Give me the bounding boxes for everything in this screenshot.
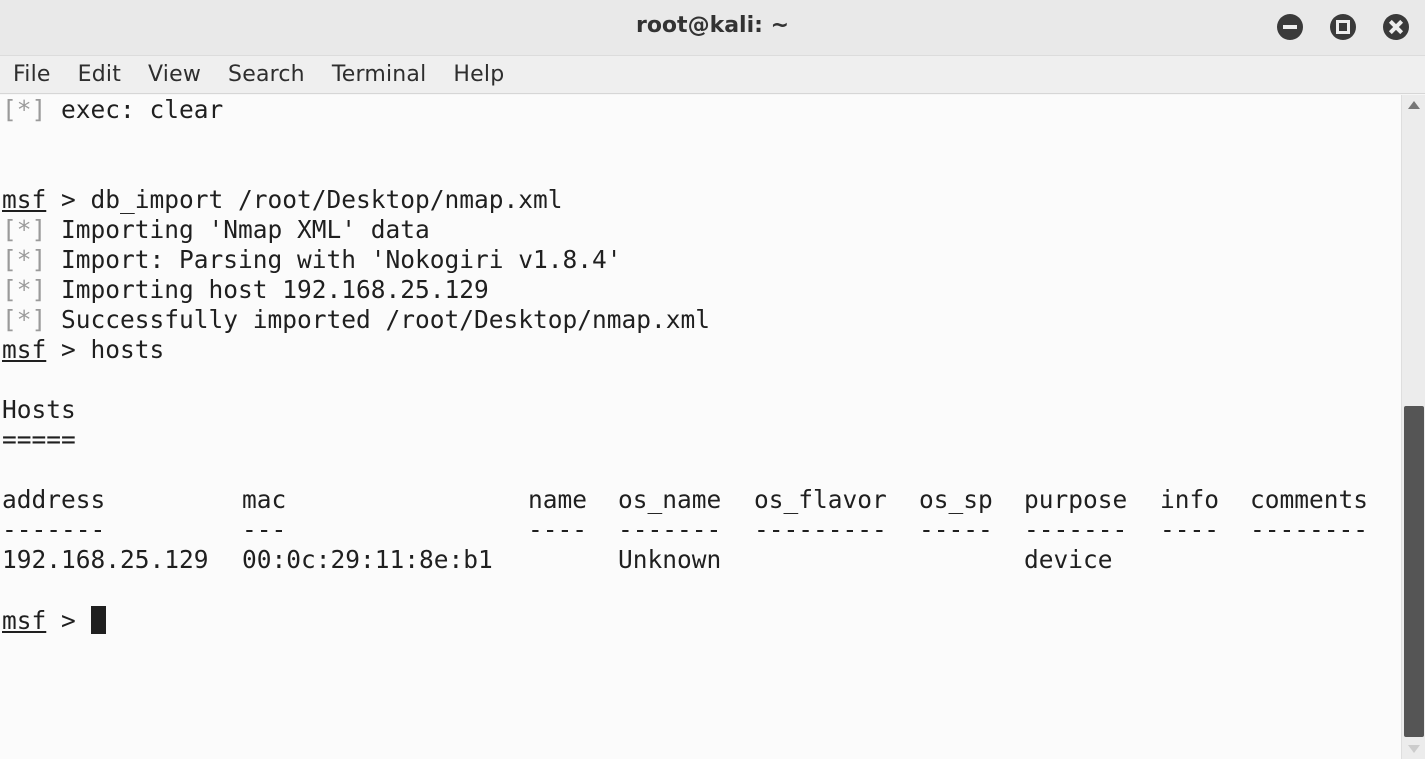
header-name: name [528, 485, 588, 514]
terminal-output[interactable]: [*] exec: clear msf > db_import /root/De… [0, 95, 1401, 759]
status-tag: [*] [2, 245, 47, 274]
cell-os-name: Unknown [618, 545, 722, 574]
status-tag: [*] [2, 215, 47, 244]
separator-os-flavor: --------- [754, 515, 887, 544]
header-os-name: os_name [618, 485, 722, 514]
header-mac: mac [242, 485, 287, 514]
output-line: [*] exec: clear [2, 95, 223, 125]
scroll-up-icon[interactable] [1408, 101, 1420, 109]
minimize-icon[interactable] [1277, 14, 1303, 40]
output-line: [*] Importing host 192.168.25.129 [2, 275, 489, 305]
hosts-title-underline: ===== [2, 425, 76, 454]
input-prompt-line[interactable]: msf > [2, 606, 106, 636]
menu-edit[interactable]: Edit [78, 62, 121, 87]
msf-prompt: msf [2, 606, 47, 635]
msf-prompt: msf [2, 335, 47, 364]
maximize-icon[interactable] [1330, 14, 1356, 40]
title-bar[interactable]: root@kali: ~ [0, 0, 1425, 56]
separator-os-sp: ----- [919, 515, 993, 544]
line-text: Successfully imported /root/Desktop/nmap… [46, 305, 711, 334]
command-text: > hosts [46, 335, 165, 364]
command-text: > db_import /root/Desktop/nmap.xml [46, 185, 563, 214]
status-tag: [*] [2, 305, 47, 334]
separator-info: ---- [1160, 515, 1220, 544]
text-cursor [90, 606, 106, 634]
menu-bar: File Edit View Search Terminal Help [0, 56, 1425, 94]
close-icon[interactable] [1383, 14, 1409, 40]
output-line: [*] Import: Parsing with 'Nokogiri v1.8.… [2, 245, 622, 275]
line-text: Import: Parsing with 'Nokogiri v1.8.4' [46, 245, 622, 274]
menu-file[interactable]: File [13, 62, 51, 87]
prompt-text: > [46, 606, 91, 635]
hosts-table-separator: ------- --- ---- ------- --------- -----… [0, 515, 1401, 545]
header-purpose: purpose [1024, 485, 1128, 514]
header-os-sp: os_sp [919, 485, 993, 514]
cell-address: 192.168.25.129 [2, 545, 209, 574]
separator-mac: --- [242, 515, 287, 544]
window-title: root@kali: ~ [635, 13, 790, 38]
line-text: exec: clear [46, 95, 224, 124]
command-line: msf > hosts [2, 335, 164, 365]
hosts-table-header: address mac name os_name os_flavor os_sp… [0, 485, 1401, 515]
table-row: 192.168.25.129 00:0c:29:11:8e:b1 Unknown… [0, 545, 1401, 575]
vertical-scrollbar[interactable] [1401, 95, 1425, 759]
separator-comments: -------- [1250, 515, 1369, 544]
header-comments: comments [1250, 485, 1369, 514]
scroll-down-icon[interactable] [1408, 745, 1420, 753]
separator-name: ---- [528, 515, 588, 544]
status-tag: [*] [2, 275, 47, 304]
cell-mac: 00:0c:29:11:8e:b1 [242, 545, 493, 574]
hosts-title: Hosts [2, 395, 76, 424]
output-line: [*] Successfully imported /root/Desktop/… [2, 305, 710, 335]
separator-purpose: ------- [1024, 515, 1128, 544]
msf-prompt: msf [2, 185, 47, 214]
separator-os-name: ------- [618, 515, 722, 544]
line-text: Importing 'Nmap XML' data [46, 215, 430, 244]
output-line: [*] Importing 'Nmap XML' data [2, 215, 430, 245]
terminal-window: root@kali: ~ File Edit View Search Termi… [0, 0, 1425, 759]
cell-purpose: device [1024, 545, 1113, 574]
menu-terminal[interactable]: Terminal [332, 62, 427, 87]
header-info: info [1160, 485, 1220, 514]
header-address: address [2, 485, 106, 514]
header-os-flavor: os_flavor [754, 485, 887, 514]
menu-view[interactable]: View [148, 62, 201, 87]
scrollbar-thumb[interactable] [1404, 406, 1424, 737]
menu-help[interactable]: Help [453, 62, 504, 87]
menu-search[interactable]: Search [228, 62, 305, 87]
line-text: Importing host 192.168.25.129 [46, 275, 489, 304]
status-tag: [*] [2, 95, 47, 124]
command-line: msf > db_import /root/Desktop/nmap.xml [2, 185, 563, 215]
separator-address: ------- [2, 515, 106, 544]
